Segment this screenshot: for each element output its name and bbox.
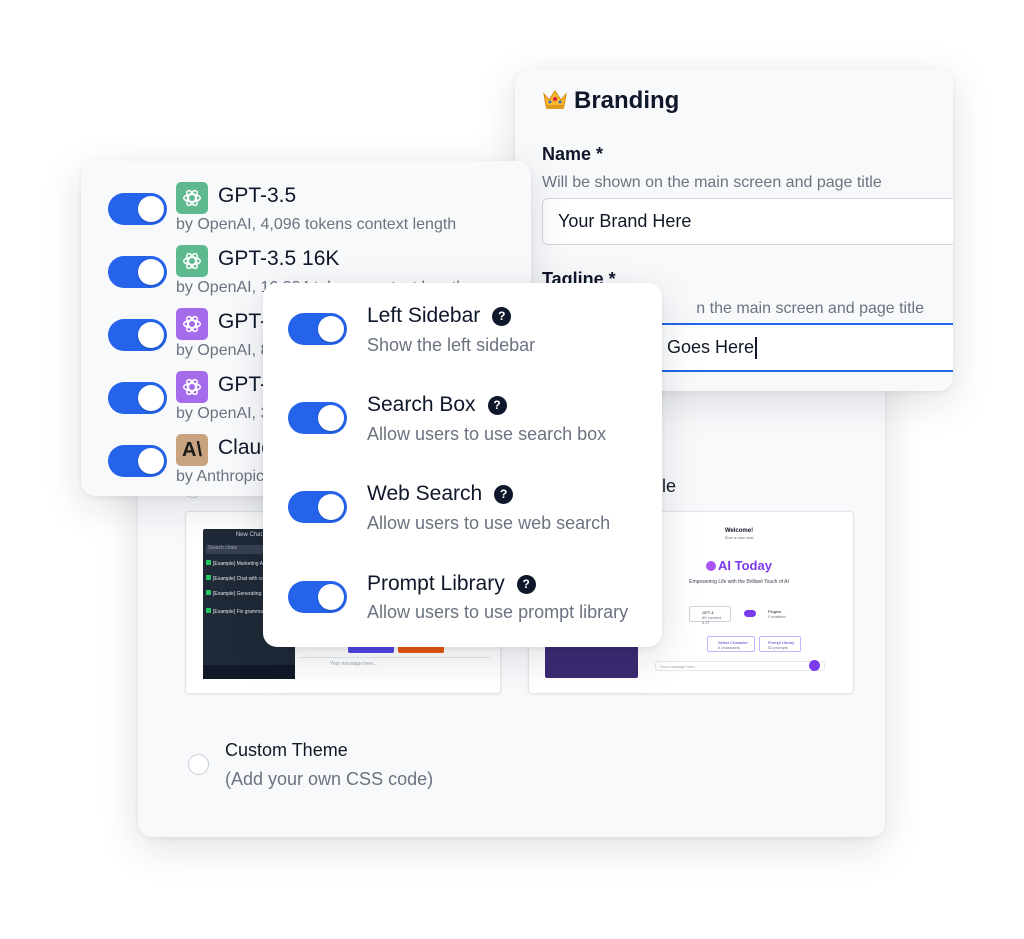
dark-sidebar-footer [203,665,295,679]
help-icon[interactable]: ? [492,306,512,326]
web-search-toggle[interactable] [288,491,347,523]
select-character-button[interactable]: Select Character 0 characters [707,636,755,652]
setting-title: Prompt Library ? [367,572,536,596]
help-icon[interactable]: ? [487,395,507,415]
welcome-text: Welcome! [724,528,754,534]
custom-theme-radio[interactable] [188,754,209,775]
model-toggle[interactable] [108,193,167,225]
prompt-library-desc: Allow users to use prompt library [367,602,629,622]
prompt-library-title: Prompt Library [367,572,505,595]
branding-title: Branding [574,87,680,114]
openai-logo-icon [176,308,208,340]
setting-title: Left Sidebar ? [367,304,512,328]
left-sidebar-desc: Show the left sidebar [367,335,536,355]
anthropic-logo-icon: A\ [176,434,208,466]
model-toggle[interactable] [108,256,167,288]
model-toggle[interactable] [108,382,167,414]
model-chip[interactable]: GPT-4 8K context, 0.1T [689,606,731,625]
ai-today-tagline: Empowering Life with the Brilliant Touch… [689,579,789,585]
name-input[interactable]: Your Brand Here [542,198,953,245]
settings-card: Left Sidebar ? Show the left sidebar Sea… [263,283,662,647]
left-sidebar-title: Left Sidebar [367,304,481,327]
model-sub: by OpenAI, 4,096 tokens context length [176,216,457,233]
help-icon[interactable]: ? [516,574,536,594]
model-toggle[interactable] [108,445,167,477]
custom-theme-sub: (Add your own CSS code) [225,769,434,789]
plugins-chip[interactable]: Plugins 0 enabled [742,606,792,622]
setting-title: Search Box ? [367,393,507,417]
ai-today-orb-icon [706,561,717,571]
model-sub: by Anthropic [176,468,265,485]
welcome-sub: Start a new chat [724,535,754,540]
ai-today-logo: AI Today [639,558,839,573]
text-cursor [755,336,757,359]
custom-theme-label: Custom Theme [225,740,348,760]
purple-send-icon[interactable] [809,660,820,671]
openai-logo-icon [176,245,208,277]
name-help: Will be shown on the main screen and pag… [542,174,882,191]
openai-logo-icon [176,182,208,214]
setting-title: Web Search ? [367,482,514,506]
web-search-desc: Allow users to use web search [367,513,611,533]
dark-chat-item[interactable]: [Example] Marketing Advi [206,560,269,567]
left-sidebar-toggle[interactable] [288,313,347,345]
web-search-title: Web Search [367,482,483,505]
branding-heading: Branding [542,87,679,115]
dark-chat-item[interactable]: [Example] Fix grammar an [206,608,272,615]
plugins-toggle[interactable] [744,610,756,617]
dark-message-input[interactable]: Your message here... [300,657,490,669]
purple-message-input[interactable]: Your message here... [655,661,825,671]
openai-logo-icon [176,371,208,403]
model-toggle[interactable] [108,319,167,351]
search-box-toggle[interactable] [288,402,347,434]
search-box-desc: Allow users to use search box [367,424,607,444]
name-label: Name * [542,144,604,164]
prompt-library-button[interactable]: Prompt Library 52 prompts [759,636,801,652]
model-row: GPT-3.5 by OpenAI, 4,096 tokens context … [81,182,531,242]
tagline-value: Goes Here [667,337,755,357]
dark-chat-item[interactable]: [Example] Chat with comp [206,575,271,582]
help-icon[interactable]: ? [494,484,514,504]
model-name: GPT-3.5 [218,184,297,207]
prompt-library-toggle[interactable] [288,581,347,613]
crown-icon [542,88,568,114]
model-name: GPT-3.5 16K [218,247,340,270]
search-box-title: Search Box [367,393,476,416]
